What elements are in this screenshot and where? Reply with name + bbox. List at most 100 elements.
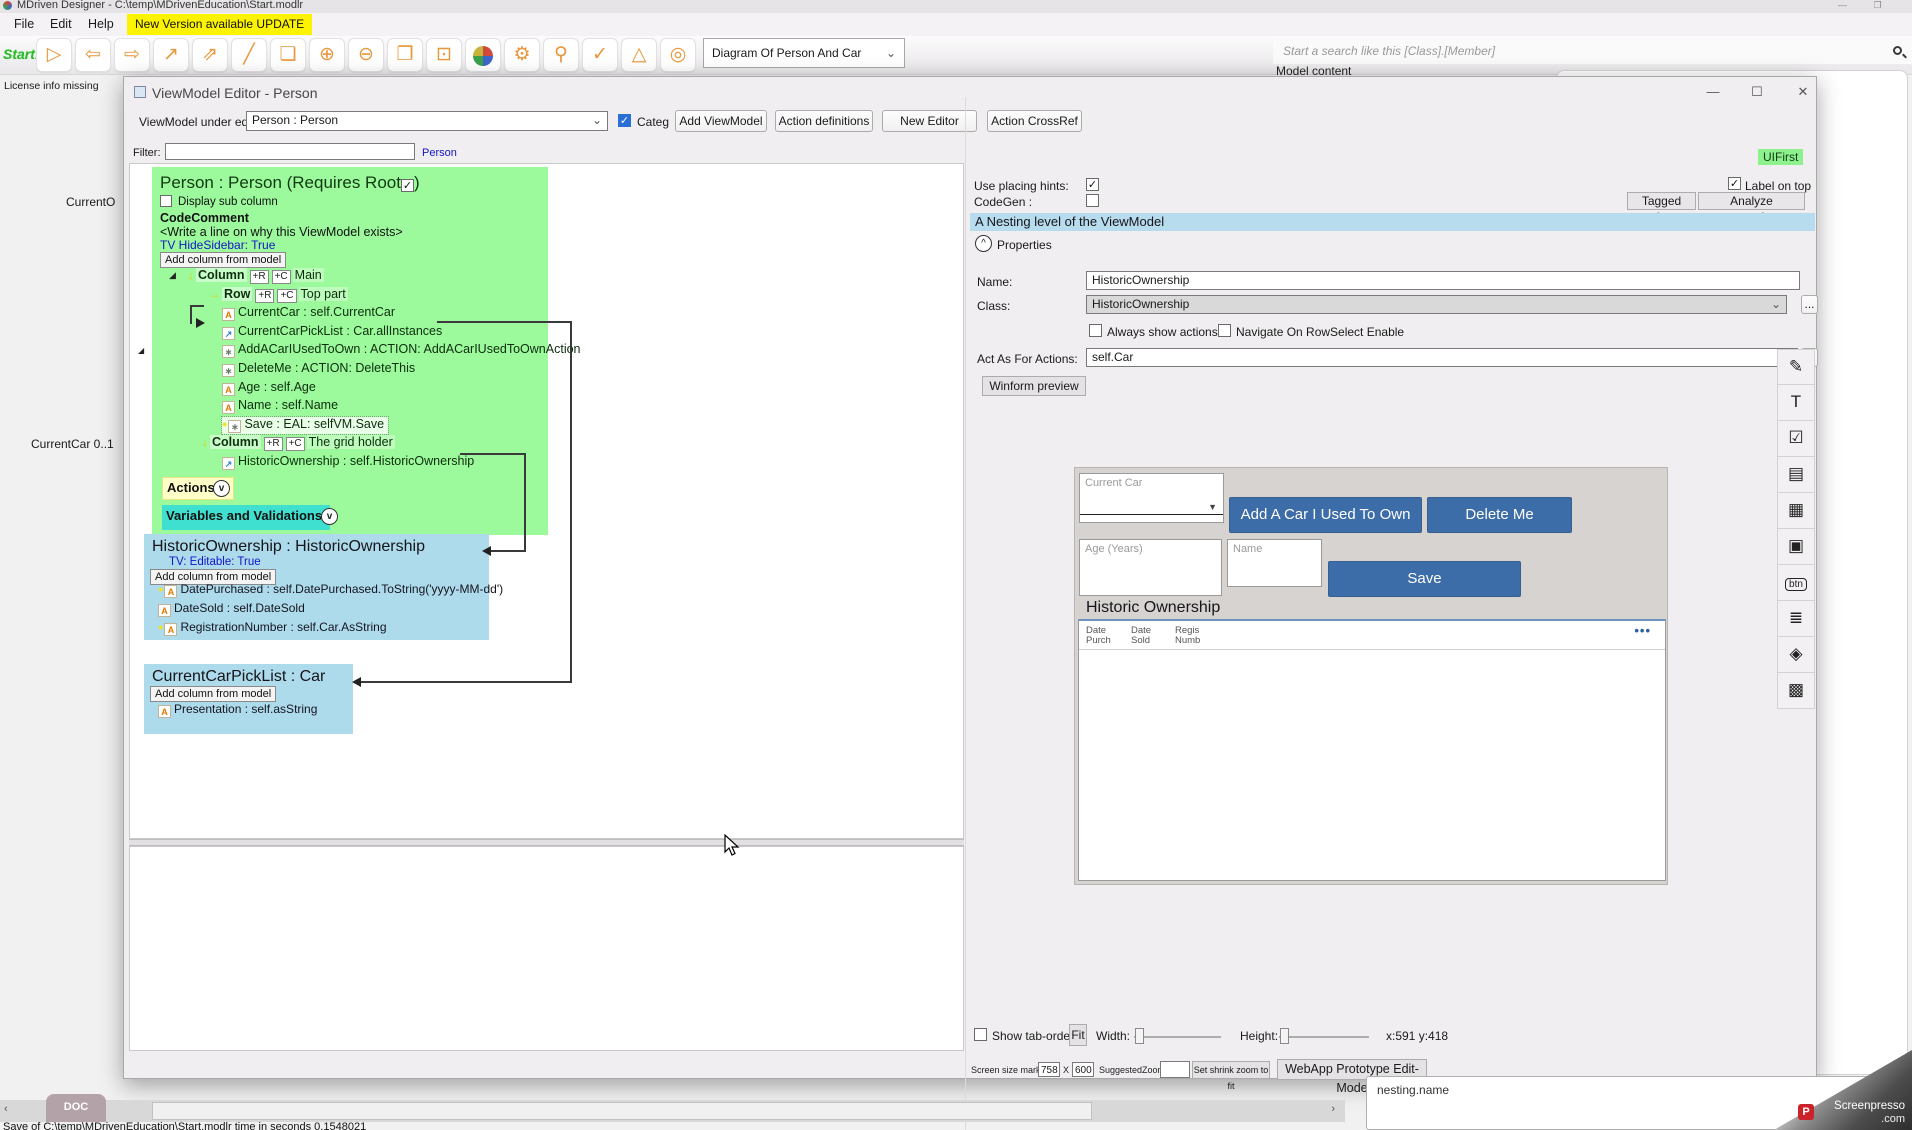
start-label[interactable]: Start! bbox=[3, 46, 40, 62]
name-input[interactable]: HistoricOwnership bbox=[1086, 271, 1800, 290]
age-field[interactable]: Age (Years) bbox=[1079, 539, 1222, 596]
list-tool-button[interactable]: ≣ bbox=[1777, 601, 1815, 637]
run-button[interactable]: ▷ bbox=[36, 38, 72, 72]
current-car-combobox[interactable]: Current Car ▼ bbox=[1079, 473, 1224, 523]
pointer-tool-button[interactable]: ⇗ bbox=[192, 38, 228, 72]
historic-ownership-box[interactable]: HistoricOwnership : HistoricOwnership TV… bbox=[144, 534, 489, 640]
viewmodel-canvas[interactable]: ◢ Person : Person (Requires Root) Displa… bbox=[129, 163, 964, 839]
chevron-down-icon[interactable]: ⌄ bbox=[1349, 1083, 1357, 1094]
action-crossref-button[interactable]: Action CrossRef bbox=[987, 110, 1082, 132]
window-run-button[interactable]: ⊡ bbox=[426, 38, 462, 72]
tree-item[interactable]: AAge : self.Age bbox=[222, 380, 316, 397]
horizontal-scrollbar[interactable]: ‹ › bbox=[0, 1100, 1345, 1122]
tree-item[interactable]: ∗AddACarIUsedToOwn : ACTION: AddACarIUse… bbox=[222, 342, 581, 359]
column-item[interactable]: ADateSold : self.DateSold bbox=[158, 601, 305, 617]
frame-select-button[interactable]: ❏ bbox=[270, 38, 306, 72]
check-button[interactable]: ✓ bbox=[582, 38, 618, 72]
width-slider[interactable] bbox=[1134, 1036, 1221, 1038]
class-more-button[interactable]: ... bbox=[1801, 295, 1818, 314]
save-button[interactable]: Save bbox=[1328, 561, 1521, 597]
scroll-right-icon[interactable]: › bbox=[1331, 1103, 1335, 1115]
actions-section[interactable]: Actions v bbox=[162, 477, 234, 500]
close-button[interactable]: ✕ bbox=[1786, 81, 1820, 103]
tree-group-column[interactable]: ↓Column+R+CThe grid holder bbox=[202, 435, 395, 452]
add-column-chip[interactable]: +C bbox=[286, 437, 305, 451]
always-show-actions-checkbox[interactable] bbox=[1089, 324, 1102, 337]
add-column-button[interactable]: Add column from model bbox=[150, 686, 276, 702]
menu-help[interactable]: Help bbox=[88, 17, 114, 31]
spiral-button[interactable]: ◎ bbox=[660, 38, 696, 72]
maximize-button[interactable]: ☐ bbox=[1740, 81, 1774, 103]
historic-grid[interactable]: DatePurch DateSold RegisNumb ••• bbox=[1078, 619, 1666, 881]
codegen-checkbox[interactable] bbox=[1086, 194, 1099, 207]
cube-tool-button[interactable]: ◈ bbox=[1777, 637, 1815, 673]
root-viewmodel-panel[interactable]: Person : Person (Requires Root) Display … bbox=[152, 167, 548, 535]
column-item[interactable]: ●ADatePurchased : self.DatePurchased.ToS… bbox=[158, 582, 503, 598]
tree-item[interactable]: ●∗Save : EAL: selfVM.Save bbox=[222, 417, 388, 434]
update-banner[interactable]: New Version available UPDATE bbox=[127, 14, 312, 35]
search-icon[interactable] bbox=[1893, 46, 1902, 55]
grid-menu-dots[interactable]: ••• bbox=[1634, 623, 1651, 638]
tree-item[interactable]: ∗DeleteMe : ACTION: DeleteThis bbox=[222, 361, 415, 378]
combobox-tool-button[interactable]: ▤ bbox=[1777, 457, 1815, 493]
set-shrink-zoom-button[interactable]: Set shrink zoom to fit bbox=[1192, 1061, 1270, 1079]
column-item[interactable]: APresentation : self.asString bbox=[158, 702, 317, 718]
color-wheel-button[interactable] bbox=[465, 38, 501, 72]
edit-field-tool-button[interactable]: ✎ bbox=[1777, 349, 1815, 385]
diagram-selector-dropdown[interactable]: Diagram Of Person And Car ⌄ bbox=[703, 38, 905, 68]
new-editor-button[interactable]: New Editor bbox=[882, 110, 977, 132]
suggested-zoom-input[interactable] bbox=[1160, 1061, 1190, 1078]
fit-button[interactable]: Fit bbox=[1069, 1024, 1087, 1046]
add-row-chip[interactable]: +R bbox=[264, 437, 283, 451]
text-tool-button[interactable]: T bbox=[1777, 385, 1815, 421]
add-car-button[interactable]: Add A Car I Used To Own bbox=[1229, 497, 1422, 533]
delete-me-button[interactable]: Delete Me bbox=[1427, 497, 1572, 533]
properties-collapse-icon[interactable]: ^ bbox=[975, 235, 992, 252]
tree-item[interactable]: AName : self.Name bbox=[222, 398, 338, 415]
winform-preview-button[interactable]: Winform preview bbox=[982, 376, 1086, 396]
height-slider-knob[interactable] bbox=[1280, 1028, 1289, 1044]
user-key-button[interactable]: ⚲ bbox=[543, 38, 579, 72]
use-placing-hints-checkbox[interactable] bbox=[1086, 178, 1099, 191]
chevron-down-icon[interactable]: v bbox=[321, 508, 338, 525]
code-comment-placeholder[interactable]: <Write a line on why this ViewModel exis… bbox=[160, 225, 403, 239]
secondary-canvas[interactable] bbox=[129, 846, 964, 1051]
menu-file[interactable]: File bbox=[14, 17, 34, 31]
height-slider[interactable] bbox=[1279, 1036, 1369, 1038]
width-slider-knob[interactable] bbox=[1135, 1028, 1144, 1044]
grid-column-header[interactable]: DatePurch bbox=[1086, 626, 1111, 646]
tv-hidesidebar-link[interactable]: TV HideSidebar: True bbox=[160, 238, 275, 252]
back-button[interactable]: ⇦ bbox=[75, 38, 111, 72]
add-row-chip[interactable]: +R bbox=[250, 270, 269, 284]
tagged-values-button[interactable]: Tagged values bbox=[1627, 192, 1696, 210]
doc-tab[interactable]: DOC bbox=[46, 1094, 106, 1122]
tree-group-column[interactable]: ◢↓Column+R+CMain bbox=[188, 268, 324, 285]
button-tool-button[interactable]: btn bbox=[1777, 565, 1815, 601]
menu-edit[interactable]: Edit bbox=[50, 17, 72, 31]
search-input[interactable]: Start a search like this [Class].[Member… bbox=[1273, 38, 1912, 64]
add-viewmodel-button[interactable]: Add ViewModel bbox=[675, 110, 767, 132]
arrow-tool-button[interactable]: ↗ bbox=[153, 38, 189, 72]
minimize-button[interactable]: — bbox=[1696, 81, 1730, 103]
tree-item[interactable]: ACurrentCar : self.CurrentCar bbox=[222, 305, 395, 322]
display-sub-column-checkbox[interactable] bbox=[160, 195, 172, 207]
window-button[interactable]: ❐ bbox=[387, 38, 423, 72]
line-tool-button[interactable]: ╱ bbox=[231, 38, 267, 72]
requires-root-checkbox[interactable] bbox=[401, 179, 414, 192]
filter-input[interactable] bbox=[165, 143, 415, 160]
calendar-tool-button[interactable]: ▦ bbox=[1777, 493, 1815, 529]
checkbox-tool-button[interactable]: ☑ bbox=[1777, 421, 1815, 457]
chevron-down-icon[interactable]: v bbox=[213, 480, 230, 497]
picklist-box[interactable]: CurrentCarPickList : Car Add column from… bbox=[144, 664, 353, 734]
grid-column-header[interactable]: RegisNumb bbox=[1175, 626, 1200, 646]
show-tab-order-checkbox[interactable] bbox=[974, 1028, 987, 1041]
act-as-input[interactable]: self.Car bbox=[1086, 348, 1798, 367]
add-column-button[interactable]: Add column from model bbox=[160, 252, 286, 268]
scroll-left-icon[interactable]: ‹ bbox=[4, 1103, 8, 1115]
variables-validations-section[interactable]: Variables and Validations v bbox=[162, 505, 330, 530]
zoom-in-button[interactable]: ⊕ bbox=[309, 38, 345, 72]
action-definitions-button[interactable]: Action definitions bbox=[775, 110, 873, 132]
window-gear-tool-button[interactable]: ▩ bbox=[1777, 673, 1815, 709]
viewmodel-select[interactable]: Person : Person ⌄ bbox=[246, 111, 608, 131]
add-column-chip[interactable]: +C bbox=[272, 270, 291, 284]
